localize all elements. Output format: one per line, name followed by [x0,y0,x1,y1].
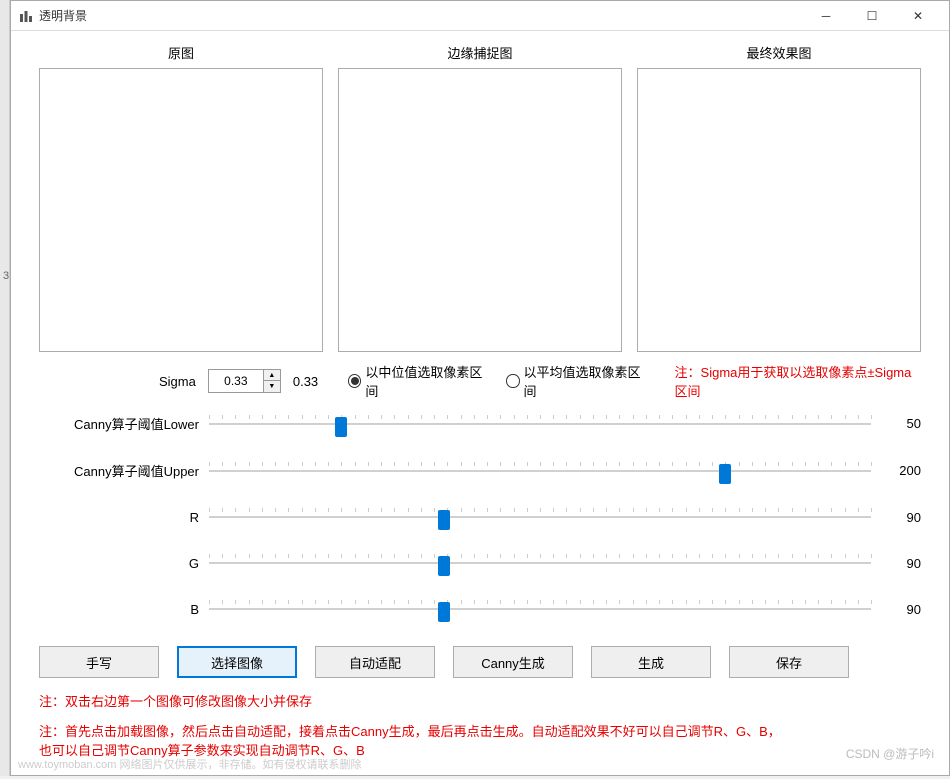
result-image-box[interactable] [637,68,921,352]
slider-r-row: R 90 [39,508,921,526]
slider-lower-label: Canny算子阈值Lower [39,414,209,433]
auto-fit-button[interactable]: 自动适配 [315,646,435,678]
left-strip-value: 3 [3,270,9,282]
slider-lower-thumb[interactable] [335,417,347,437]
slider-b-track[interactable] [209,600,871,618]
edge-image-col: 边缘捕捉图 [338,43,622,352]
slider-b-value: 90 [871,602,921,617]
sigma-row: Sigma ▲ ▼ 0.33 以中位值选取像素区间 以平均值选取像素区间 [39,362,921,400]
original-image-box[interactable] [39,68,323,352]
note-2: 注：首先点击加载图像，然后点击自动适配，接着点击Canny生成，最后再点击生成。… [39,722,921,761]
save-button[interactable]: 保存 [729,646,849,678]
slider-upper-value: 200 [871,463,921,478]
radio-mean[interactable]: 以平均值选取像素区间 [506,362,644,400]
generate-button[interactable]: 生成 [591,646,711,678]
slider-r-value: 90 [871,510,921,525]
sigma-note: 注：Sigma用于获取以选取像素点±Sigma区间 [675,362,921,400]
radio-median-icon [348,374,361,388]
sigma-label: Sigma [159,374,196,389]
slider-upper-label: Canny算子阈值Upper [39,461,209,480]
slider-upper-track[interactable] [209,462,871,480]
radio-mean-label: 以平均值选取像素区间 [524,362,645,400]
result-label: 最终效果图 [637,43,921,62]
slider-b-label: B [39,602,209,617]
slider-lower-row: Canny算子阈值Lower 50 [39,414,921,433]
button-row: 手写 选择图像 自动适配 Canny生成 生成 保存 [39,646,921,678]
slider-lower-value: 50 [871,416,921,431]
slider-lower-track[interactable] [209,415,871,433]
slider-r-thumb[interactable] [438,510,450,530]
sigma-up-button[interactable]: ▲ [264,370,280,381]
close-button[interactable]: ✕ [895,1,941,31]
footer-faint: www.toymoban.com 网络图片仅供展示，非存储。如有侵权请联系删除 [18,756,361,772]
canny-generate-button[interactable]: Canny生成 [453,646,573,678]
handwrite-button[interactable]: 手写 [39,646,159,678]
minimize-button[interactable]: ─ [803,1,849,31]
window: 透明背景 ─ ☐ ✕ 原图 边缘捕捉图 最终效果图 Sigma [10,0,950,776]
maximize-button[interactable]: ☐ [849,1,895,31]
image-panels: 原图 边缘捕捉图 最终效果图 [39,43,921,352]
slider-r-track[interactable] [209,508,871,526]
left-strip: 3 [0,0,10,776]
sigma-display: 0.33 [293,374,318,389]
original-image-col: 原图 [39,43,323,352]
select-image-button[interactable]: 选择图像 [177,646,297,678]
app-icon [19,9,33,23]
result-image-col: 最终效果图 [637,43,921,352]
slider-g-label: G [39,556,209,571]
sigma-down-button[interactable]: ▼ [264,381,280,392]
radio-mean-icon [506,374,519,388]
slider-b-row: B 90 [39,600,921,618]
window-controls: ─ ☐ ✕ [803,1,941,31]
edge-label: 边缘捕捉图 [338,43,622,62]
titlebar: 透明背景 ─ ☐ ✕ [11,1,949,31]
note-1: 注：双击右边第一个图像可修改图像大小并保存 [39,692,921,712]
slider-r-label: R [39,510,209,525]
radio-median[interactable]: 以中位值选取像素区间 [348,362,486,400]
sigma-radio-group: 以中位值选取像素区间 以平均值选取像素区间 [348,362,644,400]
sigma-spinner[interactable]: ▲ ▼ [208,369,281,393]
slider-g-track[interactable] [209,554,871,572]
window-title: 透明背景 [39,7,803,24]
radio-median-label: 以中位值选取像素区间 [365,362,486,400]
sigma-spin-buttons: ▲ ▼ [263,370,280,392]
slider-upper-thumb[interactable] [719,464,731,484]
original-label: 原图 [39,43,323,62]
slider-g-value: 90 [871,556,921,571]
slider-upper-row: Canny算子阈值Upper 200 [39,461,921,480]
slider-b-thumb[interactable] [438,602,450,622]
content: 原图 边缘捕捉图 最终效果图 Sigma ▲ ▼ 0.33 [11,31,949,779]
slider-g-row: G 90 [39,554,921,572]
slider-g-thumb[interactable] [438,556,450,576]
sigma-input[interactable] [209,370,263,392]
edge-image-box[interactable] [338,68,622,352]
watermark: CSDN @游子吟i [846,745,934,762]
